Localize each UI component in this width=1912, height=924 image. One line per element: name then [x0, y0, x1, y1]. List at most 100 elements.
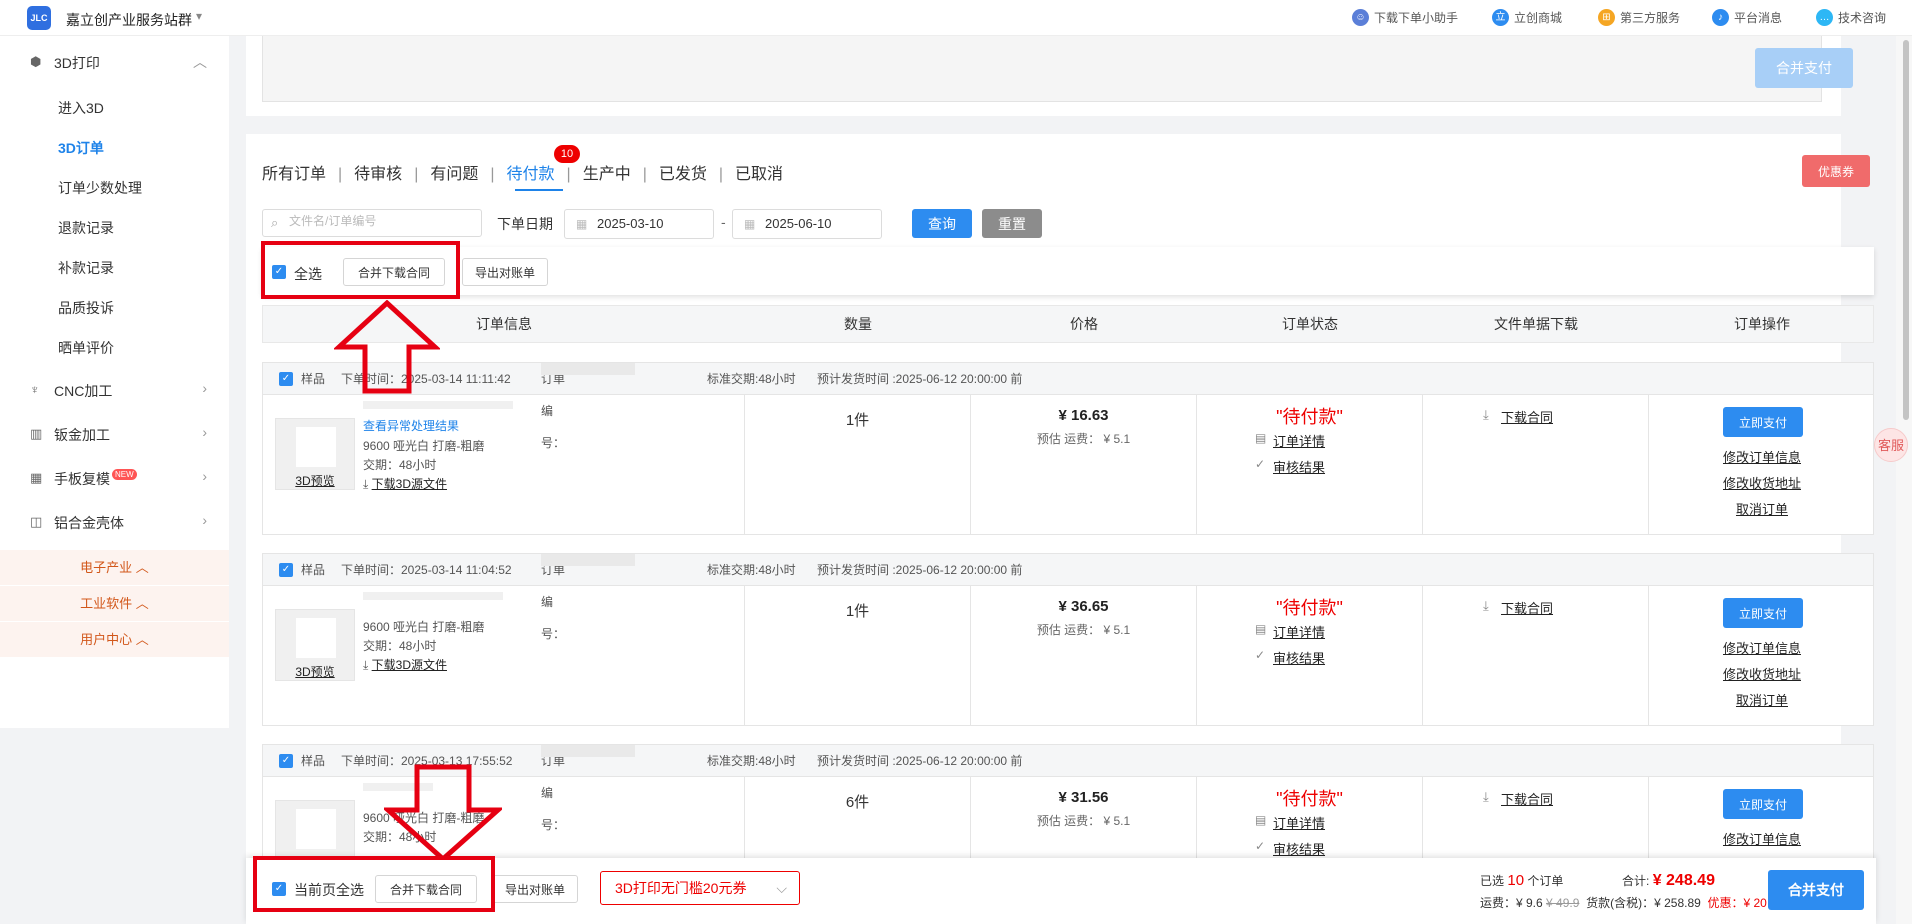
pay-now-button[interactable]: 立即支付 [1723, 789, 1803, 819]
sidebar-group-prototype[interactable]: ▦ 手板复模 NEW › [0, 456, 229, 500]
pay-all-button-top[interactable]: 合并支付 [1755, 48, 1853, 88]
3d-preview-link[interactable]: 3D预览 [276, 472, 354, 489]
tab-shipped[interactable]: 已发货 [659, 160, 707, 184]
search-input[interactable] [289, 214, 469, 228]
review-result-link[interactable]: ✓ 审核结果 [1255, 839, 1325, 858]
sidebar-footer-user-center[interactable]: 用户中心 ︿ [0, 622, 229, 658]
edit-order-link[interactable]: 修改订单信息 [1649, 447, 1875, 466]
sidebar-group-sheet-metal[interactable]: ▥ 钣金加工 › [0, 412, 229, 456]
coupon-button[interactable]: 优惠券 [1802, 155, 1870, 187]
sidebar-item-enter-3d[interactable]: 进入3D [58, 98, 104, 118]
grand-total: ¥ 248.49 [1652, 872, 1715, 889]
sidebar-item-3d-orders[interactable]: 3D订单 [58, 138, 104, 158]
price: ¥ 31.56 [1058, 789, 1109, 806]
tab-pending-review[interactable]: 待审核 [354, 160, 402, 184]
chevron-up-icon: ︿ [193, 54, 207, 70]
edit-address-link[interactable]: 修改收货地址 [1649, 473, 1875, 492]
date-label: 下单日期 [497, 216, 553, 232]
upper-panel [246, 36, 1841, 116]
sidebar: ⬢ 3D打印 ︿ 进入3D 3D订单 订单少数处理 退款记录 补款记录 品质投诉… [0, 36, 229, 728]
download-icon: ⤓ [363, 477, 372, 491]
order-checkbox[interactable]: ✓ [279, 563, 293, 577]
tab-pending-payment[interactable]: 待付款 [507, 160, 555, 184]
query-button[interactable]: 查询 [912, 209, 972, 238]
order-row: ✓ 样品 下单时间：2025-03-14 11:04:52 订单编号： 标准交期… [262, 553, 1874, 726]
download-contract-link[interactable]: ⤓ 下载合同 [1483, 789, 1553, 808]
tab-cancelled[interactable]: 已取消 [735, 160, 783, 184]
pay-now-button[interactable]: 立即支付 [1723, 598, 1803, 628]
ship-time: 预计发货时间 :2025-06-12 20:00:00 前 [817, 563, 1023, 577]
model-thumbnail[interactable]: 3D预览 [275, 609, 355, 681]
download-source-link[interactable]: 下载3D源文件 [372, 658, 447, 672]
sidebar-group-aluminum-case[interactable]: ◫ 铝合金壳体 › [0, 500, 229, 544]
chevron-right-icon: › [202, 380, 207, 396]
logo[interactable]: JLC [27, 6, 51, 30]
nav-download-assistant[interactable]: ☺ 下载下单小助手 [1352, 9, 1458, 26]
order-checkbox[interactable]: ✓ [279, 372, 293, 386]
scrollbar-thumb[interactable] [1903, 40, 1909, 420]
check-circle-icon: ✓ [1255, 648, 1266, 662]
3d-preview-link[interactable]: 3D预览 [276, 663, 354, 680]
nav-tech-support[interactable]: … 技术咨询 [1816, 9, 1886, 26]
pay-now-button[interactable]: 立即支付 [1723, 407, 1803, 437]
chevron-right-icon: › [202, 468, 207, 484]
order-detail-link[interactable]: ▤ 订单详情 [1255, 431, 1325, 450]
reset-button[interactable]: 重置 [982, 209, 1042, 238]
tab-problem[interactable]: 有问题 [430, 160, 478, 184]
sidebar-group-3d-print[interactable]: ⬢ 3D打印 ︿ [0, 40, 229, 84]
sidebar-footer-software[interactable]: 工业软件 ︿ [0, 586, 229, 622]
sidebar-item-reviews[interactable]: 晒单评价 [58, 338, 114, 358]
col-quantity: 数量 [844, 316, 872, 332]
sidebar-item-order-exceptions[interactable]: 订单少数处理 [58, 178, 142, 198]
export-statement-button-bottom[interactable]: 导出对账单 [492, 875, 578, 903]
order-detail-link[interactable]: ▤ 订单详情 [1255, 622, 1325, 641]
date-to-input[interactable]: ▦ 2025-06-10 [732, 209, 882, 239]
date-from-input[interactable]: ▦ 2025-03-10 [564, 209, 714, 239]
order-row: ✓ 样品 下单时间：2025-03-13 17:55:52 订单编号： 标准交期… [262, 744, 1874, 874]
edit-order-link[interactable]: 修改订单信息 [1649, 638, 1875, 657]
order-tag: 样品 [301, 563, 326, 577]
cancel-order-link[interactable]: 取消订单 [1649, 499, 1875, 518]
review-result-link[interactable]: ✓ 审核结果 [1255, 457, 1325, 476]
coupon-select[interactable]: 3D打印无门槛20元券 ⌵ [600, 871, 800, 905]
download-contract-link[interactable]: ⤓ 下载合同 [1483, 407, 1553, 426]
check-circle-icon: ✓ [1255, 457, 1266, 471]
edit-order-link[interactable]: 修改订单信息 [1649, 829, 1873, 848]
sidebar-footer-electronics[interactable]: 电子产业 ︿ [0, 550, 229, 586]
cancel-order-link[interactable]: 取消订单 [1649, 690, 1875, 709]
exception-result-link[interactable]: 查看异常处理结果 [363, 417, 459, 434]
sidebar-item-supplements[interactable]: 补款记录 [58, 258, 114, 278]
annotation-arrow-down [384, 764, 502, 862]
chevron-down-icon[interactable]: ▾ [196, 9, 202, 23]
download-contract-link[interactable]: ⤓ 下载合同 [1483, 598, 1553, 617]
review-result-link[interactable]: ✓ 审核结果 [1255, 648, 1325, 667]
edit-address-link[interactable]: 修改收货地址 [1649, 664, 1875, 683]
shipping-estimate: 预估 运费： ¥ 5.1 [1036, 432, 1131, 446]
download-icon: ⤓ [363, 658, 372, 672]
nav-messages[interactable]: ♪ 平台消息 [1712, 9, 1782, 26]
nav-third-party[interactable]: ⊞ 第三方服务 [1598, 9, 1680, 26]
mall-icon: 立 [1492, 9, 1509, 26]
quantity: 6件 [845, 794, 870, 811]
order-header: ✓ 样品 下单时间：2025-03-14 11:04:52 订单编号： 标准交期… [263, 554, 1873, 641]
site-name[interactable]: 嘉立创产业服务站群 [66, 10, 192, 30]
calendar-icon: ▦ [744, 217, 756, 231]
tab-in-production[interactable]: 生产中 [583, 160, 631, 184]
nav-mall[interactable]: 立立创商城 [1492, 9, 1562, 26]
order-checkbox[interactable]: ✓ [279, 754, 293, 768]
table-header: 订单信息 数量 价格 订单状态 文件单据下载 订单操作 [262, 305, 1874, 343]
sidebar-item-complaints[interactable]: 品质投诉 [58, 298, 114, 318]
ship-time: 预计发货时间 :2025-06-12 20:00:00 前 [817, 372, 1023, 386]
col-price: 价格 [1070, 316, 1098, 332]
export-statement-button[interactable]: 导出对账单 [462, 258, 548, 286]
tab-all[interactable]: 所有订单 [262, 160, 326, 184]
new-badge: NEW [112, 469, 137, 480]
download-source-link[interactable]: 下载3D源文件 [372, 477, 447, 491]
pay-all-button-bottom[interactable]: 合并支付 [1768, 870, 1864, 910]
customer-service-float-button[interactable]: 客服 [1874, 428, 1908, 462]
sidebar-group-cnc[interactable]: ♆ CNC加工 › [0, 368, 229, 412]
sidebar-item-refunds[interactable]: 退款记录 [58, 218, 114, 238]
order-detail-link[interactable]: ▤ 订单详情 [1255, 813, 1325, 832]
model-thumbnail[interactable]: 3D预览 [275, 418, 355, 490]
annotation-arrow-up [334, 300, 440, 394]
